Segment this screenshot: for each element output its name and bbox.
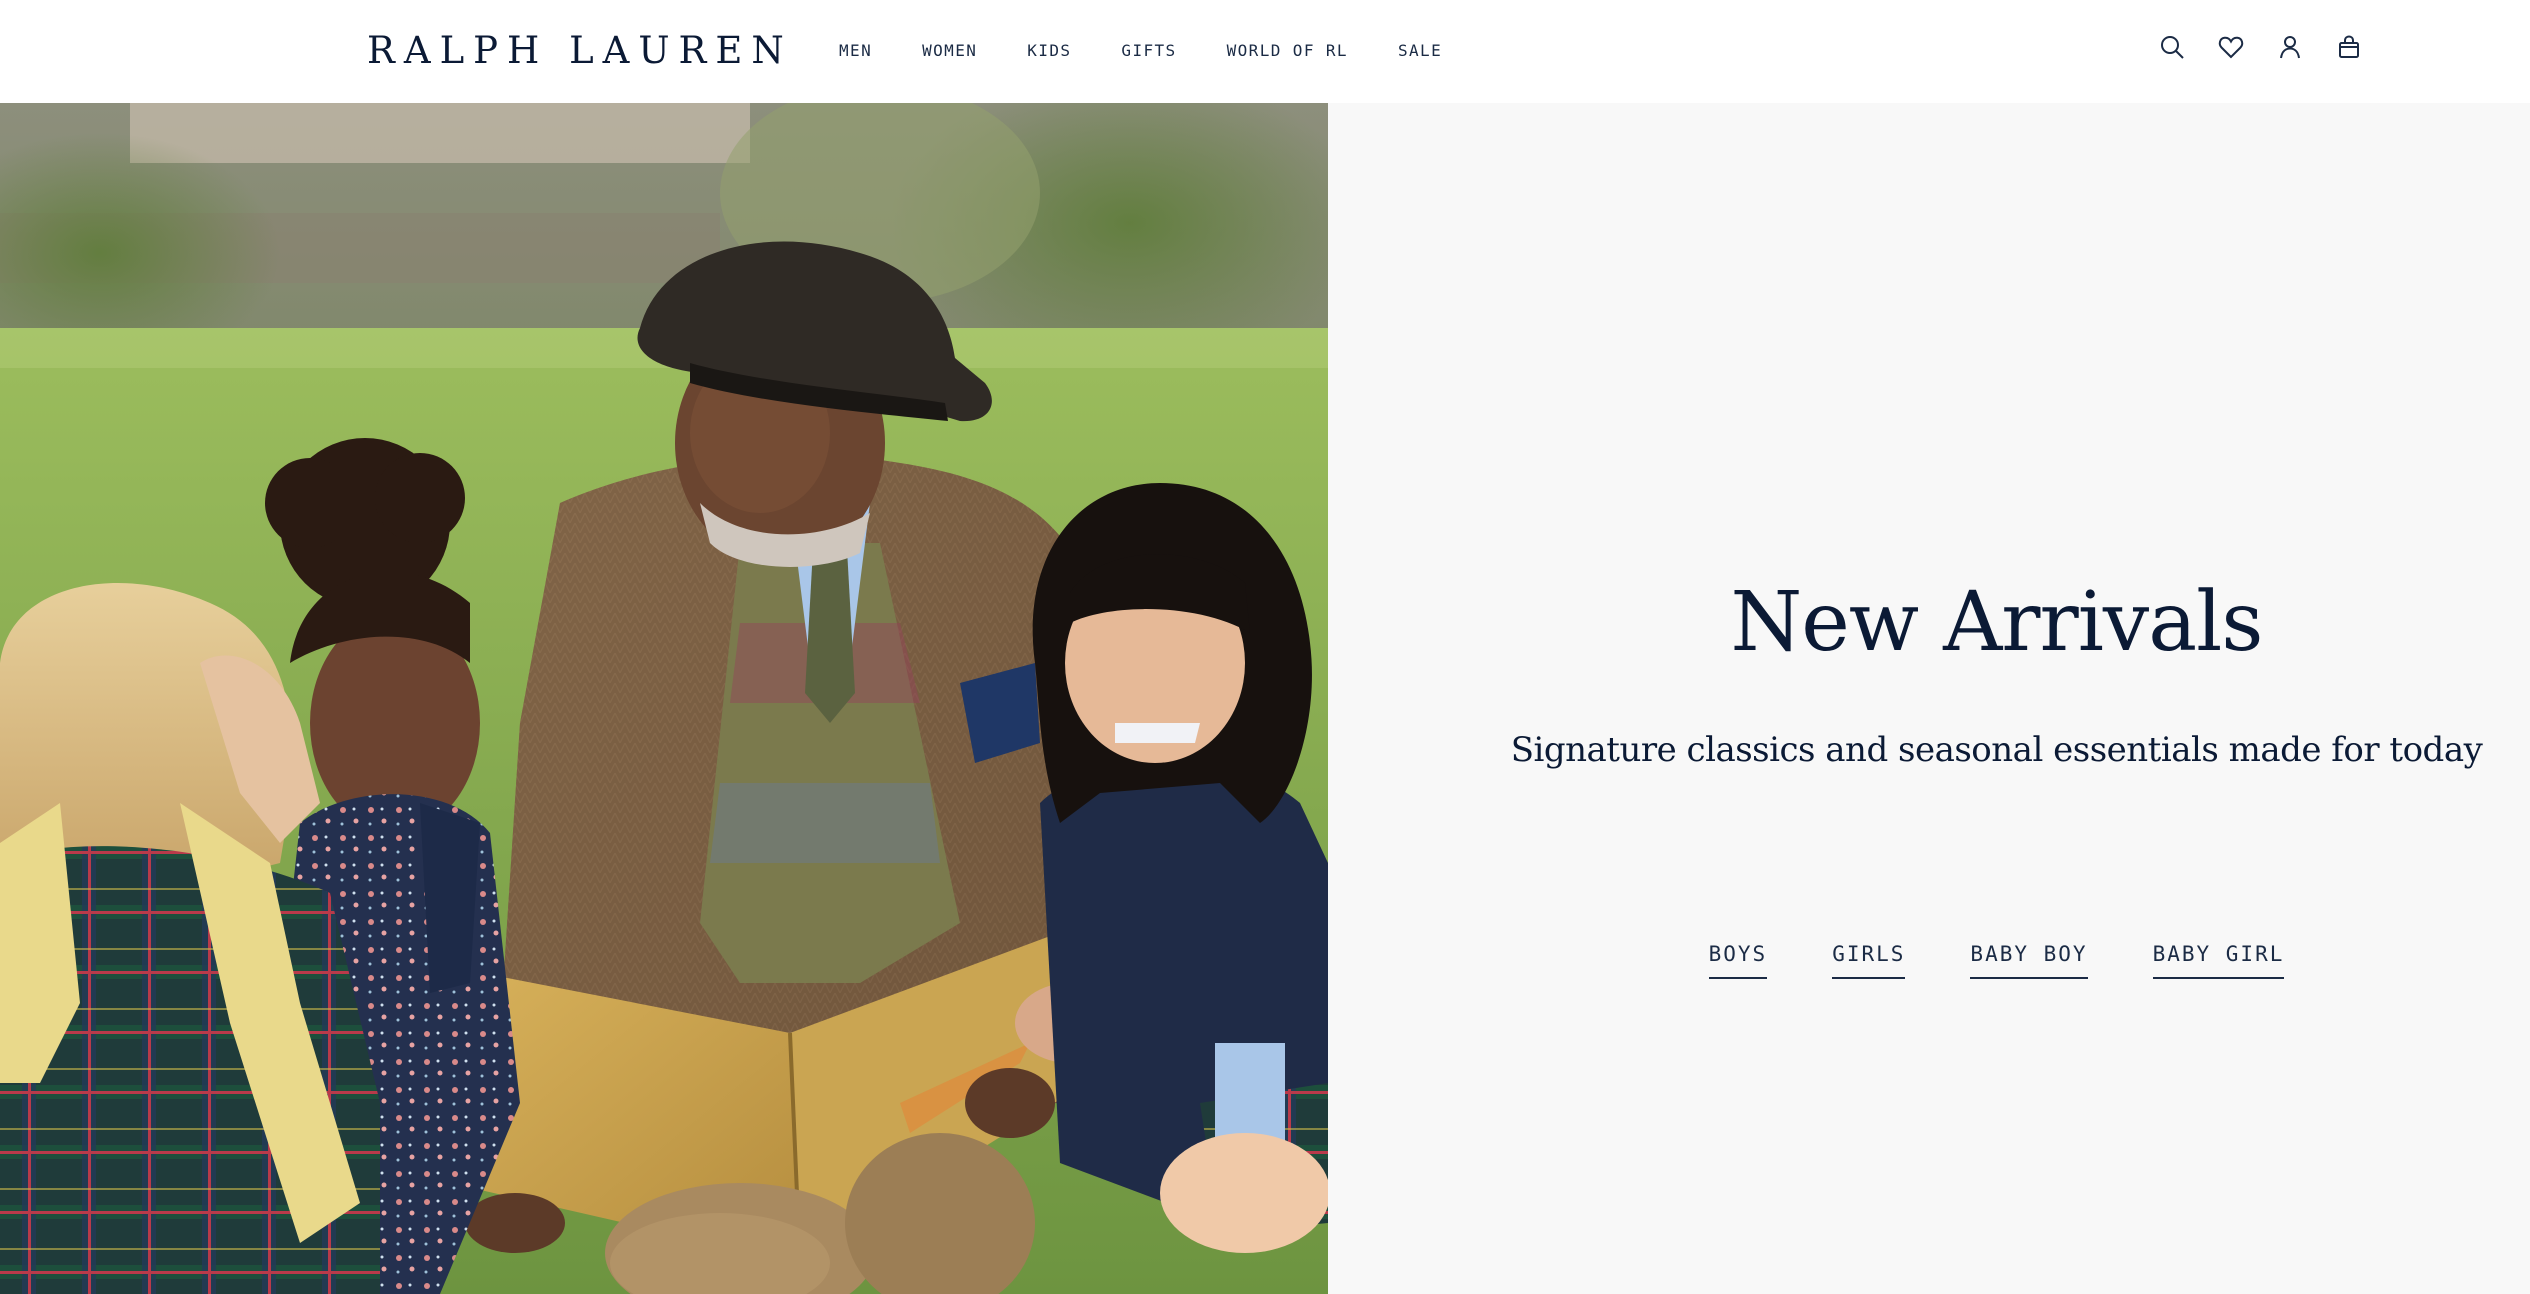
nav-item-kids[interactable]: KIDS	[1027, 38, 1071, 64]
link-baby-girl[interactable]: BABY GIRL	[2152, 941, 2285, 979]
search-icon[interactable]	[2157, 32, 2187, 62]
link-baby-boy[interactable]: BABY BOY	[1970, 941, 2088, 979]
account-icon[interactable]	[2275, 32, 2305, 62]
main-nav: MEN WOMEN KIDS GIFTS WORLD OF RL SALE	[839, 38, 1442, 64]
shopping-bag-icon[interactable]	[2334, 32, 2364, 62]
ralph-lauren-logo[interactable]: RALPH LAUREN	[367, 28, 793, 74]
utility-icons	[2157, 32, 2364, 62]
hero-title: New Arrivals	[1730, 575, 2264, 670]
site-header: RALPH LAUREN MEN WOMEN KIDS GIFTS WORLD …	[0, 0, 2530, 103]
nav-item-world-of-rl[interactable]: WORLD OF RL	[1227, 38, 1348, 64]
hero-subtitle: Signature classics and seasonal essentia…	[1510, 730, 2483, 770]
nav-item-sale[interactable]: SALE	[1398, 38, 1442, 64]
category-links: BOYS GIRLS BABY BOY BABY GIRL	[1328, 941, 2530, 979]
link-boys[interactable]: BOYS	[1708, 941, 1768, 979]
nav-item-gifts[interactable]: GIFTS	[1121, 38, 1176, 64]
family-reading-picnic-photo	[0, 103, 1328, 1294]
hero-image[interactable]	[0, 103, 1328, 1294]
nav-item-women[interactable]: WOMEN	[922, 38, 977, 64]
link-girls[interactable]: GIRLS	[1832, 941, 1906, 979]
hero-text-panel: New Arrivals Signature classics and seas…	[1328, 103, 2530, 1294]
nav-item-men[interactable]: MEN	[839, 38, 872, 64]
heart-icon[interactable]	[2216, 32, 2246, 62]
